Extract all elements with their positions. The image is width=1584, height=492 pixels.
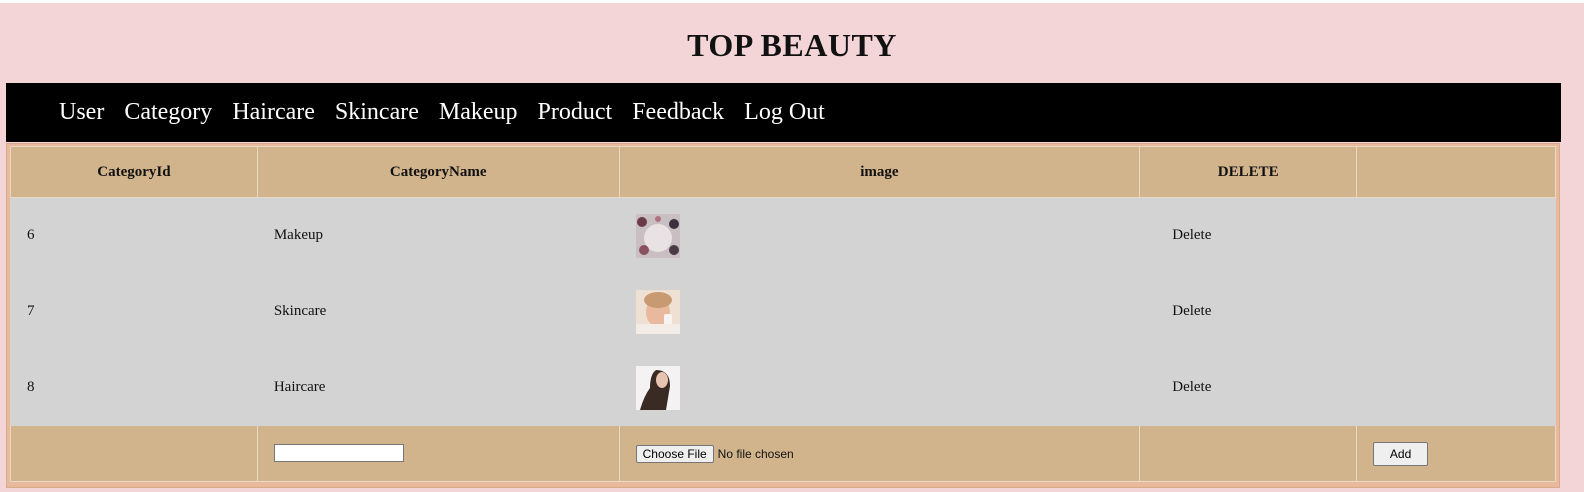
delete-link[interactable]: Delete: [1172, 227, 1211, 243]
haircare-thumbnail: [635, 365, 680, 410]
empty-cell: [10, 425, 258, 482]
column-header-image: image: [618, 146, 1141, 198]
nav-item-feedback[interactable]: Feedback: [632, 99, 724, 126]
empty-cell: [1139, 425, 1358, 482]
page: TOP BEAUTY User Category Haircare Skinca…: [0, 0, 1584, 492]
nav-item-skincare[interactable]: Skincare: [335, 99, 419, 126]
choose-file-button[interactable]: Choose File: [635, 444, 714, 463]
category-image-cell: [618, 349, 1141, 426]
table-header-row: CategoryId CategoryName image DELETE: [10, 146, 1556, 198]
category-image-cell: [618, 197, 1141, 274]
main-nav: User Category Haircare Skincare Makeup P…: [6, 83, 1561, 142]
nav-item-user[interactable]: User: [59, 99, 104, 126]
column-header-empty: [1356, 146, 1556, 198]
image-upload-cell: Choose File No file chosen: [618, 425, 1141, 482]
category-name-input-cell: [256, 425, 620, 482]
category-image-cell: [618, 273, 1141, 350]
category-name-cell: Haircare: [256, 349, 620, 426]
delete-link[interactable]: Delete: [1172, 303, 1211, 319]
makeup-thumbnail: [635, 213, 680, 258]
category-id-cell: 7: [10, 273, 258, 350]
category-table: CategoryId CategoryName image DELETE 6 M…: [10, 146, 1556, 482]
site-title: TOP BEAUTY: [687, 27, 897, 63]
empty-cell: [1356, 273, 1556, 350]
file-status-text: No file chosen: [717, 446, 794, 461]
category-name-cell: Makeup: [256, 197, 620, 274]
category-name-cell: Skincare: [256, 273, 620, 350]
nav-item-logout[interactable]: Log Out: [744, 99, 825, 126]
add-button-cell: Add: [1356, 425, 1556, 482]
delete-cell: Delete: [1139, 349, 1358, 426]
delete-cell: Delete: [1139, 273, 1358, 350]
site-header: TOP BEAUTY: [0, 3, 1584, 83]
category-table-container: CategoryId CategoryName image DELETE 6 M…: [6, 143, 1560, 488]
table-row: 8 Haircare Delete: [10, 349, 1556, 426]
column-header-delete: DELETE: [1139, 146, 1358, 198]
category-id-cell: 8: [10, 349, 258, 426]
file-input: Choose File No file chosen: [635, 444, 1140, 463]
table-row: 6 Makeup Delete: [10, 197, 1556, 274]
category-name-input[interactable]: [273, 444, 404, 463]
column-header-categoryid: CategoryId: [10, 146, 258, 198]
skincare-thumbnail: [635, 289, 680, 334]
empty-cell: [1356, 349, 1556, 426]
column-header-categoryname: CategoryName: [256, 146, 620, 198]
nav-item-makeup[interactable]: Makeup: [439, 99, 518, 126]
nav-item-category[interactable]: Category: [124, 99, 212, 126]
add-button[interactable]: Add: [1373, 441, 1429, 466]
nav-item-product[interactable]: Product: [538, 99, 613, 126]
add-category-row: Choose File No file chosen Add: [10, 425, 1556, 482]
empty-cell: [1356, 197, 1556, 274]
category-id-cell: 6: [10, 197, 258, 274]
nav-item-haircare[interactable]: Haircare: [232, 99, 315, 126]
table-row: 7 Skincare Delete: [10, 273, 1556, 350]
delete-link[interactable]: Delete: [1172, 379, 1211, 395]
delete-cell: Delete: [1139, 197, 1358, 274]
